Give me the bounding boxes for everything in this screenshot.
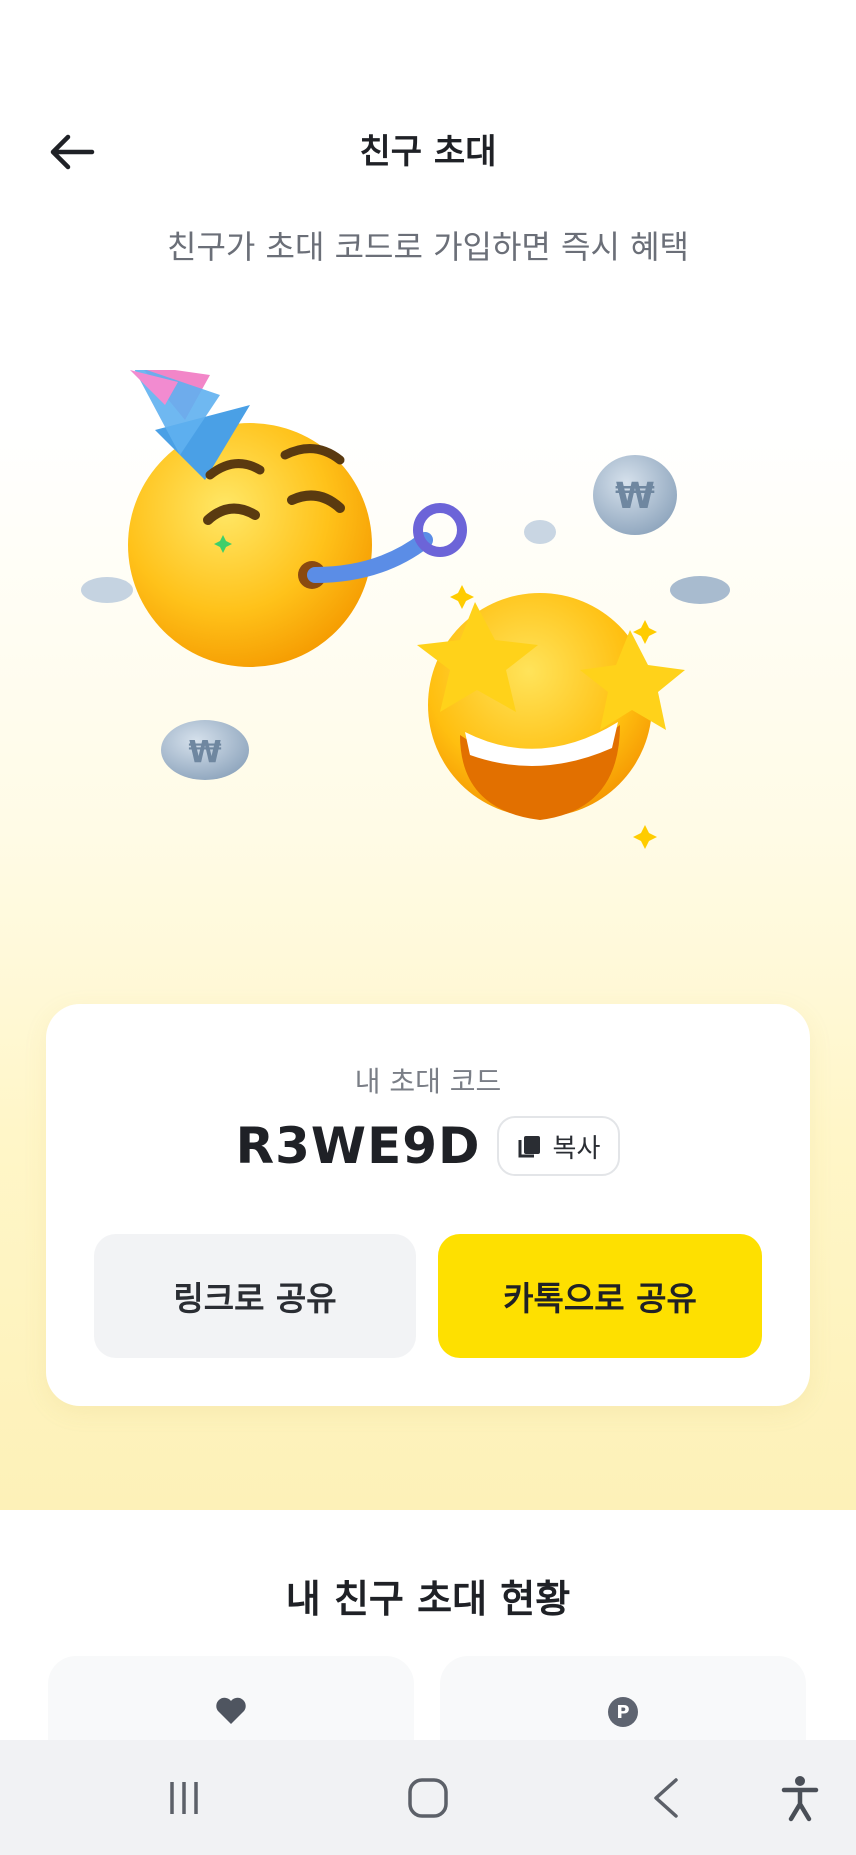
home-icon xyxy=(408,1778,448,1818)
copy-icon xyxy=(518,1136,540,1158)
accessibility-icon xyxy=(781,1776,819,1822)
page-title: 친구 초대 xyxy=(359,132,497,172)
invite-code-value: R3WE9D xyxy=(235,1117,481,1175)
point-icon: P xyxy=(608,1697,638,1727)
invite-code-row: R3WE9D 복사 xyxy=(46,1116,810,1176)
invite-code-card: 내 초대 코드 R3WE9D 복사 링크로 공유 카톡으로 공유 xyxy=(46,1004,810,1406)
share-kakao-button[interactable]: 카톡으로 공유 xyxy=(438,1234,762,1358)
copy-button[interactable]: 복사 xyxy=(496,1116,621,1176)
copy-button-label: 복사 xyxy=(552,1133,601,1164)
recent-apps-icon xyxy=(170,1782,198,1814)
home-button[interactable] xyxy=(398,1770,458,1826)
party-emoji-illustration: ₩ ₩ xyxy=(81,370,730,849)
share-link-button[interactable]: 링크로 공유 xyxy=(94,1234,416,1358)
recent-apps-button[interactable] xyxy=(154,1770,214,1826)
back-nav-icon xyxy=(654,1778,678,1818)
system-navigation-bar xyxy=(0,1740,856,1855)
invite-code-label: 내 초대 코드 xyxy=(354,1065,502,1098)
svg-text:₩: ₩ xyxy=(615,476,655,517)
svg-text:₩: ₩ xyxy=(188,735,221,770)
invite-status-title: 내 친구 초대 현황 xyxy=(285,1577,571,1621)
accessibility-button[interactable] xyxy=(770,1770,830,1826)
page-subtitle: 친구가 초대 코드로 가입하면 즉시 혜택 xyxy=(167,228,689,266)
back-nav-button[interactable] xyxy=(636,1770,696,1826)
heart-icon xyxy=(216,1697,246,1724)
invite-status-section: 내 친구 초대 현황 P xyxy=(0,1510,856,1776)
svg-text:P: P xyxy=(616,1702,629,1723)
